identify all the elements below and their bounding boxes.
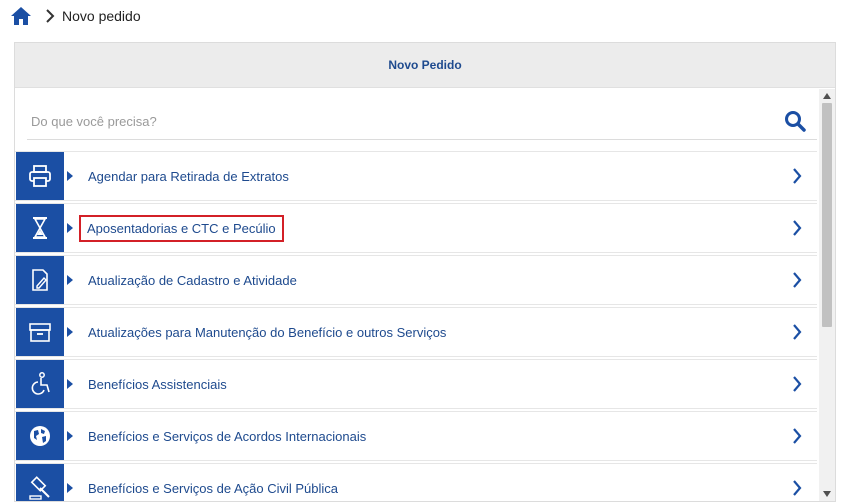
item-label: Benefícios Assistenciais (88, 376, 227, 392)
caret-right-icon (67, 171, 73, 181)
new-request-panel: Novo Pedido Agendar para Retirada de Ext… (14, 42, 836, 502)
caret-right-icon (67, 275, 73, 285)
gavel-icon (16, 464, 64, 501)
list-item[interactable]: Atualização de Cadastro e Atividade (15, 255, 817, 305)
panel-title: Novo Pedido (15, 43, 835, 88)
item-label: Atualização de Cadastro e Atividade (88, 272, 297, 288)
list-item[interactable]: Benefícios e Serviços de Ação Civil Públ… (15, 463, 817, 501)
chevron-right-icon[interactable] (791, 166, 803, 186)
chevron-right-icon (46, 9, 55, 23)
search-input[interactable] (27, 106, 783, 136)
printer-icon (16, 152, 64, 200)
home-icon[interactable] (10, 6, 32, 26)
archive-box-icon (16, 308, 64, 356)
chevron-right-icon[interactable] (791, 426, 803, 446)
scroll-up-icon[interactable] (823, 93, 831, 99)
caret-right-icon (67, 379, 73, 389)
caret-right-icon (67, 483, 73, 493)
search-bar (27, 103, 817, 140)
caret-right-icon (67, 327, 73, 337)
chevron-right-icon[interactable] (791, 218, 803, 238)
caret-right-icon (67, 223, 73, 233)
list-item[interactable]: Aposentadorias e CTC e Pecúlio (15, 203, 817, 253)
list-item[interactable]: Atualizações para Manutenção do Benefíci… (15, 307, 817, 357)
scrollbar-thumb[interactable] (822, 103, 832, 327)
list-item[interactable]: Agendar para Retirada de Extratos (15, 151, 817, 201)
scroll-down-icon[interactable] (823, 491, 831, 497)
item-label: Atualizações para Manutenção do Benefíci… (88, 324, 447, 340)
caret-right-icon (67, 431, 73, 441)
hourglass-icon (16, 204, 64, 252)
search-icon[interactable] (783, 109, 807, 133)
item-label: Benefícios e Serviços de Acordos Interna… (88, 428, 367, 444)
service-list: Agendar para Retirada de Extratos Aposen… (15, 151, 817, 501)
list-item[interactable]: Benefícios Assistenciais (15, 359, 817, 409)
breadcrumb-current: Novo pedido (62, 8, 141, 24)
list-item[interactable]: Benefícios e Serviços de Acordos Interna… (15, 411, 817, 461)
document-edit-icon (16, 256, 64, 304)
scrollbar[interactable] (819, 89, 835, 501)
item-label: Agendar para Retirada de Extratos (88, 168, 289, 184)
chevron-right-icon[interactable] (791, 270, 803, 290)
item-label: Aposentadorias e CTC e Pecúlio (79, 214, 284, 242)
chevron-right-icon[interactable] (791, 478, 803, 498)
item-label: Benefícios e Serviços de Ação Civil Públ… (88, 480, 339, 496)
wheelchair-icon (16, 360, 64, 408)
chevron-right-icon[interactable] (791, 374, 803, 394)
chevron-right-icon[interactable] (791, 322, 803, 342)
globe-icon (16, 412, 64, 460)
breadcrumb: Novo pedido (10, 4, 141, 28)
